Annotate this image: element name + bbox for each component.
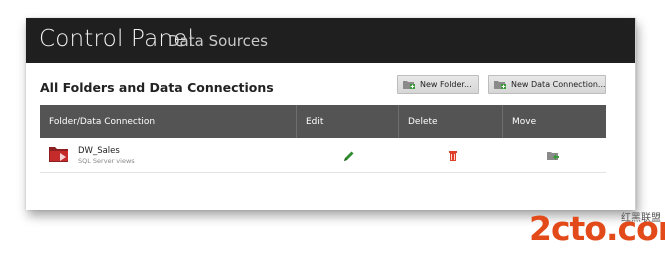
table-header: Folder/Data Connection Edit Delete Move — [40, 105, 606, 138]
pencil-icon[interactable] — [342, 148, 356, 162]
section-title: All Folders and Data Connections — [40, 80, 274, 95]
new-connection-label: New Data Connection... — [511, 80, 606, 89]
page-subtitle: Data Sources — [168, 32, 268, 50]
column-header-delete[interactable]: Delete — [398, 105, 502, 138]
database-folder-icon — [48, 144, 70, 164]
watermark-cn-text: 红黑联盟 — [621, 213, 661, 224]
connection-description: SQL Server views — [78, 157, 135, 165]
new-connection-icon — [493, 79, 507, 90]
control-panel-window: Control Panel Data Sources All Folders a… — [26, 18, 636, 210]
column-header-edit[interactable]: Edit — [296, 105, 398, 138]
column-header-name[interactable]: Folder/Data Connection — [40, 105, 296, 138]
table-row: DW_Sales SQL Server views — [40, 138, 606, 173]
trash-icon[interactable] — [446, 148, 460, 162]
connection-name[interactable]: DW_Sales — [78, 146, 120, 156]
new-data-connection-button[interactable]: New Data Connection... — [488, 75, 606, 94]
new-folder-label: New Folder... — [420, 80, 472, 89]
page-header: Control Panel Data Sources — [26, 18, 635, 63]
new-folder-icon — [402, 79, 416, 90]
new-folder-button[interactable]: New Folder... — [397, 75, 479, 94]
move-folder-icon[interactable] — [546, 148, 560, 162]
column-header-move[interactable]: Move — [502, 105, 606, 138]
watermark-logo: 2cto.com 红黑联盟 — [527, 207, 665, 253]
